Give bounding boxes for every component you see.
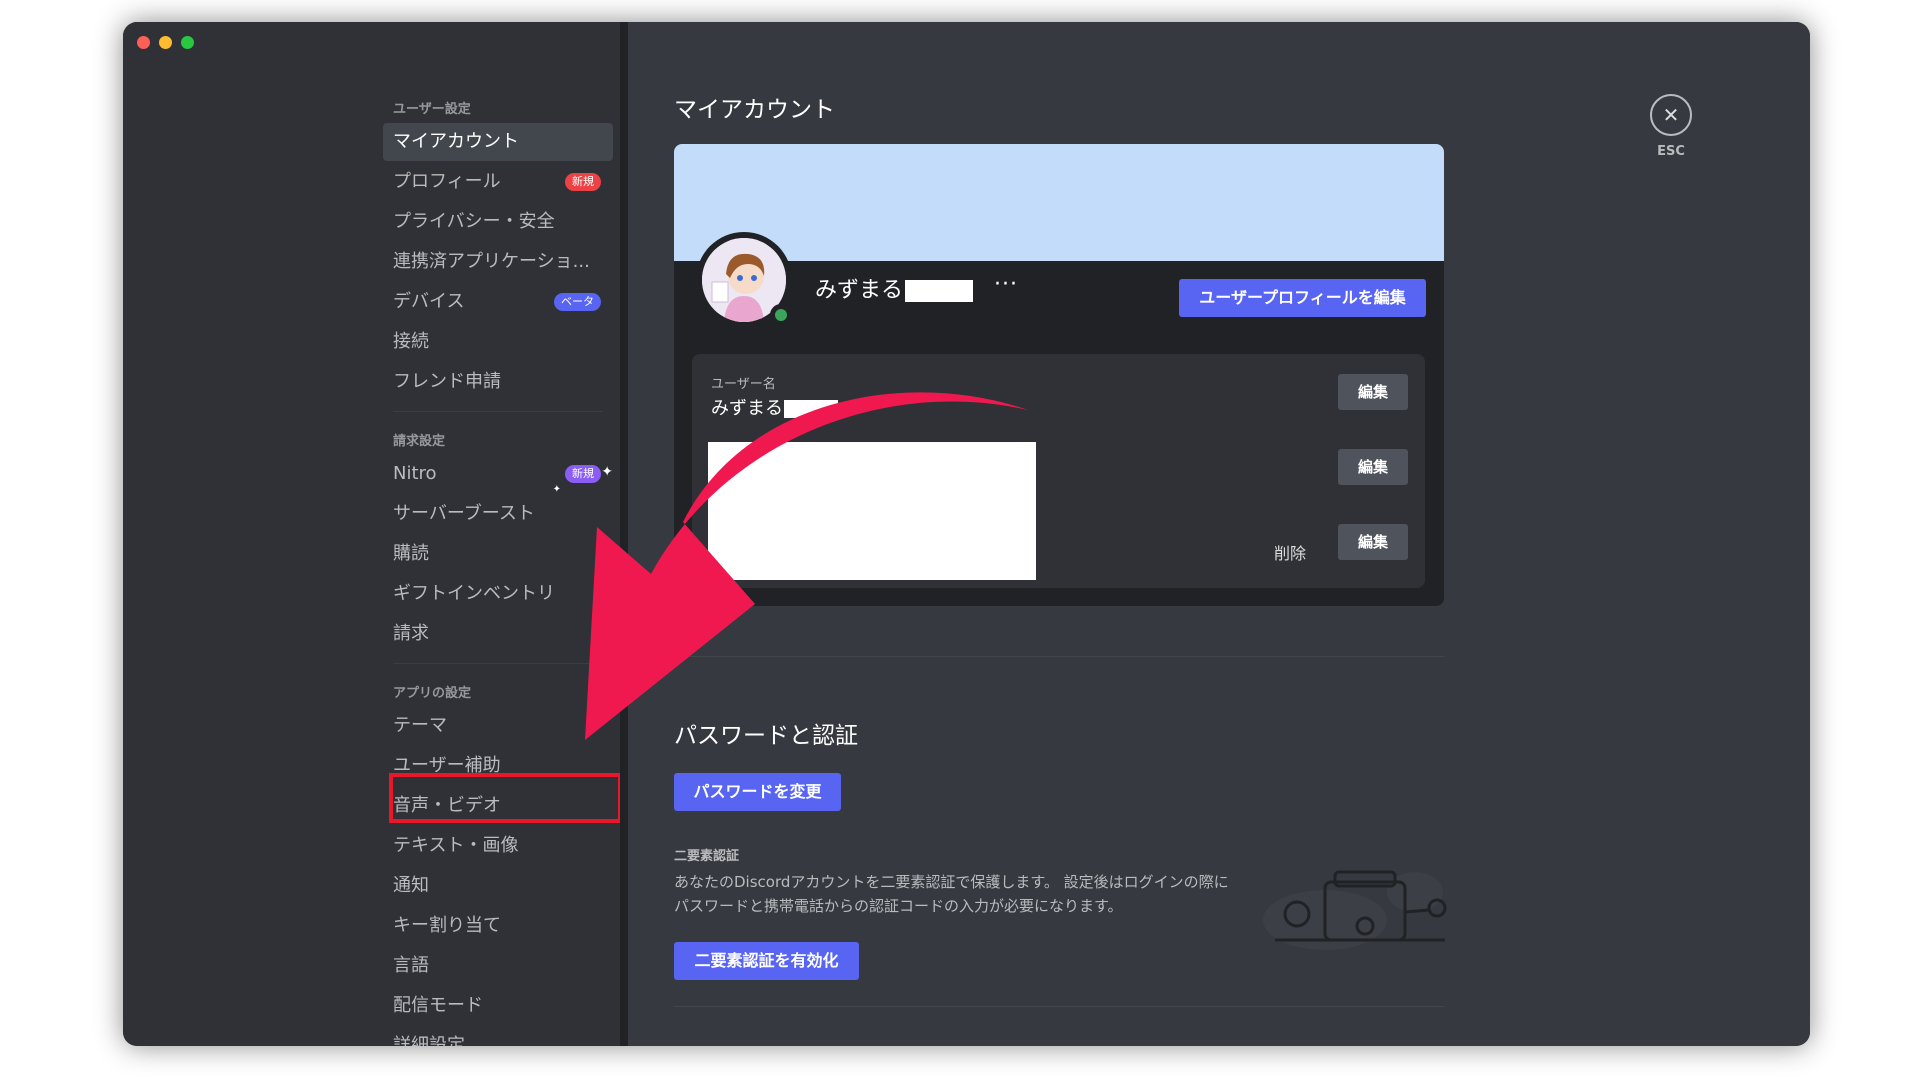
sidebar-item-label: プライバシー・安全	[393, 211, 555, 232]
sidebar-item-authorized-apps[interactable]: 連携済アプリケーショ...	[383, 243, 613, 281]
sidebar-item-nitro[interactable]: Nitro 新規 ✦ ✦	[383, 455, 613, 493]
sidebar-divider	[393, 411, 603, 412]
sidebar-item-streamer-mode[interactable]: 配信モード	[383, 987, 613, 1025]
account-info-box: ユーザー名 みずまる 編集 編集 削除 編集	[692, 354, 1425, 588]
settings-sidebar: ユーザー設定 マイアカウント プロフィール 新規 プライバシー・安全 連携済アプリ…	[123, 22, 622, 1046]
sidebar-item-label: 接続	[393, 331, 429, 352]
section-divider	[674, 1006, 1444, 1007]
sidebar-item-label: 詳細設定	[393, 1035, 465, 1046]
sidebar-item-friend-requests[interactable]: フレンド申請	[383, 363, 613, 401]
sidebar-item-label: ギフトインベントリ	[393, 583, 555, 604]
minimize-window-button[interactable]	[159, 36, 172, 49]
redacted-fields	[708, 442, 1036, 580]
page-title: マイアカウント	[674, 97, 835, 123]
profile-banner	[674, 144, 1444, 261]
sidebar-item-gift-inventory[interactable]: ギフトインベントリ	[383, 575, 613, 613]
sidebar-item-server-boost[interactable]: サーバーブースト	[383, 495, 613, 533]
sidebar-item-keybinds[interactable]: キー割り当て	[383, 907, 613, 945]
sidebar-item-label: 請求	[393, 623, 429, 644]
sidebar-item-label: 言語	[393, 955, 429, 976]
sidebar-item-theme[interactable]: テーマ	[383, 707, 613, 745]
profile-display-name: みずまる	[815, 272, 974, 304]
display-name-text: みずまる	[815, 278, 904, 303]
sidebar-item-connections[interactable]: 接続	[383, 323, 613, 361]
edit-email-button[interactable]: 編集	[1338, 449, 1408, 485]
sidebar-item-profile[interactable]: プロフィール 新規	[383, 163, 613, 201]
username-value: みずまる	[711, 394, 838, 420]
twofa-description: あなたのDiscordアカウントを二要素認証で保護します。 設定後はログインの際…	[674, 873, 1229, 915]
sidebar-item-label: 通知	[393, 875, 429, 896]
section-divider	[674, 656, 1444, 657]
lock-chest-illustration-icon	[1263, 870, 1447, 950]
sidebar-item-label: フレンド申請	[393, 371, 501, 392]
zoom-window-button[interactable]	[181, 36, 194, 49]
password-auth-title: パスワードと認証	[674, 723, 858, 749]
more-icon[interactable]: ···	[994, 272, 1018, 297]
sidebar-item-privacy-safety[interactable]: プライバシー・安全	[383, 203, 613, 241]
sidebar-item-label: 連携済アプリケーショ...	[393, 251, 590, 272]
sidebar-item-label: プロフィール	[393, 171, 501, 192]
sidebar-item-label: 購読	[393, 543, 429, 564]
edit-phone-button[interactable]: 編集	[1338, 524, 1408, 560]
settings-content: マイアカウント ✕ ESC みずまる ··· ユーザープロフィールを編集 ユーザ…	[628, 22, 1810, 1046]
sidebar-item-subscriptions[interactable]: 購読	[383, 535, 613, 573]
change-password-button[interactable]: パスワードを変更	[674, 773, 841, 811]
sidebar-item-my-account[interactable]: マイアカウント	[383, 123, 613, 161]
close-window-button[interactable]	[137, 36, 150, 49]
sidebar-item-billing[interactable]: 請求	[383, 615, 613, 653]
voice-video-highlight-box	[389, 773, 622, 823]
sidebar-header-billing: 請求設定	[393, 434, 446, 449]
close-icon: ✕	[1650, 94, 1692, 136]
sidebar-item-advanced[interactable]: 詳細設定	[383, 1027, 613, 1046]
sidebar-item-label: サーバーブースト	[393, 503, 535, 524]
traffic-lights	[137, 36, 194, 49]
sidebar-item-devices[interactable]: デバイス ベータ	[383, 283, 613, 321]
edit-username-button[interactable]: 編集	[1338, 374, 1408, 410]
close-settings-button[interactable]: ✕ ESC	[1631, 94, 1711, 159]
sidebar-item-label: マイアカウント	[393, 131, 519, 152]
redacted-tag	[784, 400, 838, 418]
username-label: ユーザー名	[711, 377, 776, 392]
sidebar-header-app-settings: アプリの設定	[393, 686, 472, 701]
sidebar-item-label: キー割り当て	[393, 915, 501, 936]
sidebar-item-language[interactable]: 言語	[383, 947, 613, 985]
redacted-tag	[905, 280, 974, 302]
username-text: みずまる	[711, 398, 783, 419]
esc-label: ESC	[1657, 144, 1685, 159]
account-card: みずまる ··· ユーザープロフィールを編集 ユーザー名 みずまる 編集 編集 …	[674, 144, 1444, 606]
sidebar-item-label: デバイス	[393, 291, 465, 312]
sidebar-item-label: Nitro	[393, 463, 437, 484]
beta-badge: ベータ	[554, 293, 601, 311]
sidebar-item-label: テキスト・画像	[393, 835, 519, 856]
sidebar-scroll-track	[620, 22, 628, 1046]
edit-user-profile-button[interactable]: ユーザープロフィールを編集	[1179, 279, 1426, 317]
sidebar-item-label: 配信モード	[393, 995, 483, 1016]
app-window: ユーザー設定 マイアカウント プロフィール 新規 プライバシー・安全 連携済アプリ…	[123, 22, 1810, 1046]
sparkle-icon: ✦	[552, 484, 561, 493]
sidebar-item-text-images[interactable]: テキスト・画像	[383, 827, 613, 865]
sparkle-icon: ✦	[601, 464, 613, 480]
enable-twofa-button[interactable]: 二要素認証を有効化	[674, 942, 859, 980]
online-status-icon	[770, 304, 792, 326]
twofa-header: 二要素認証	[674, 849, 740, 864]
sidebar-item-label: テーマ	[393, 715, 447, 736]
sidebar-header-user-settings: ユーザー設定	[393, 102, 471, 117]
sidebar-divider	[393, 663, 603, 664]
sidebar-item-notifications[interactable]: 通知	[383, 867, 613, 905]
delete-phone-link[interactable]: 削除	[1274, 540, 1306, 564]
new-badge: 新規	[565, 465, 601, 483]
new-badge: 新規	[565, 173, 601, 191]
